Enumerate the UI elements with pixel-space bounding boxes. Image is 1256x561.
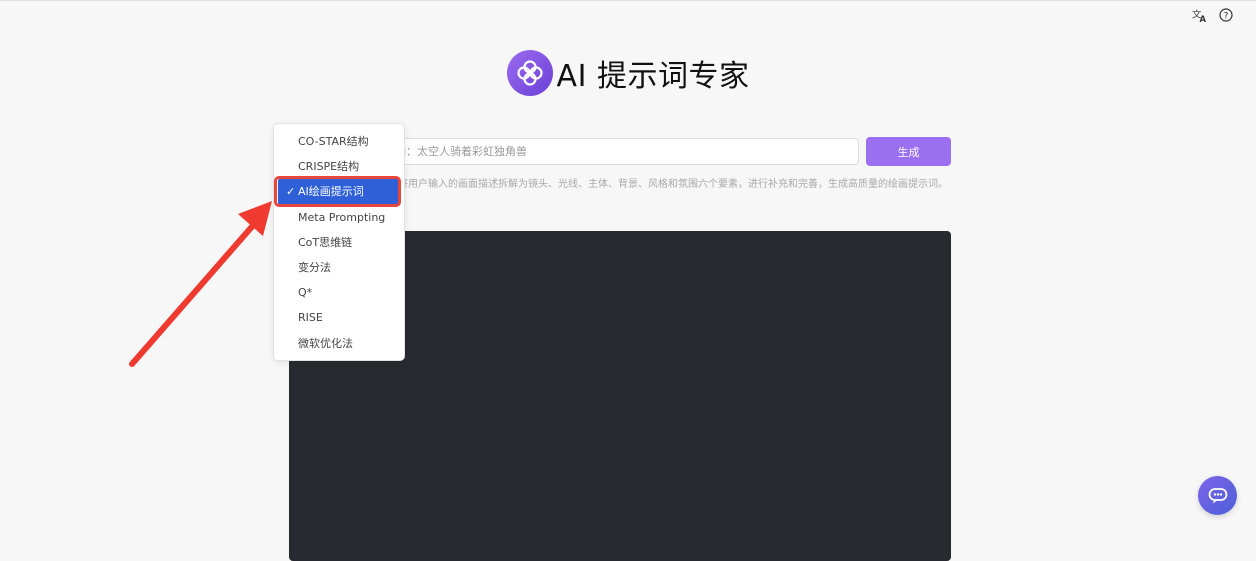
- dropdown-option-q-star[interactable]: Q*: [274, 280, 404, 305]
- header: AI 提示词专家: [0, 50, 1256, 96]
- app-title: AI 提示词专家: [556, 59, 750, 94]
- generate-button[interactable]: 生成: [866, 137, 951, 166]
- svg-text:?: ?: [1224, 11, 1229, 21]
- svg-text:A: A: [1199, 14, 1206, 23]
- top-icons: 文 A ?: [1191, 7, 1234, 23]
- flower-logo-icon: [506, 50, 553, 96]
- method-dropdown[interactable]: CO-STAR结构 CRISPE结构 ✓ AI绘画提示词 Meta Prompt…: [273, 123, 405, 361]
- dropdown-option-variational[interactable]: 变分法: [274, 255, 404, 280]
- dropdown-option-co-star[interactable]: CO-STAR结构: [274, 129, 404, 154]
- dropdown-option-meta-prompting[interactable]: Meta Prompting: [274, 205, 404, 230]
- dropdown-option-label: AI绘画提示词: [298, 185, 364, 199]
- chat-icon: [1208, 487, 1227, 503]
- chat-button[interactable]: [1198, 476, 1237, 515]
- help-icon[interactable]: ?: [1218, 7, 1234, 23]
- dropdown-option-ai-drawing[interactable]: ✓ AI绘画提示词: [278, 179, 400, 205]
- dropdown-option-crispe[interactable]: CRISPE结构: [274, 154, 404, 179]
- dropdown-option-microsoft[interactable]: 微软优化法: [274, 331, 404, 356]
- method-description: 将用户输入的画面描述拆解为镜头、光线、主体、背景、风格和氛围六个要素，进行补充和…: [398, 179, 948, 190]
- translate-icon[interactable]: 文 A: [1191, 7, 1207, 23]
- prompt-input[interactable]: [378, 138, 859, 165]
- check-icon: ✓: [286, 185, 296, 199]
- top-border: [0, 0, 1256, 1]
- dropdown-option-rise[interactable]: RISE: [274, 305, 404, 330]
- dropdown-option-cot[interactable]: CoT思维链: [274, 230, 404, 255]
